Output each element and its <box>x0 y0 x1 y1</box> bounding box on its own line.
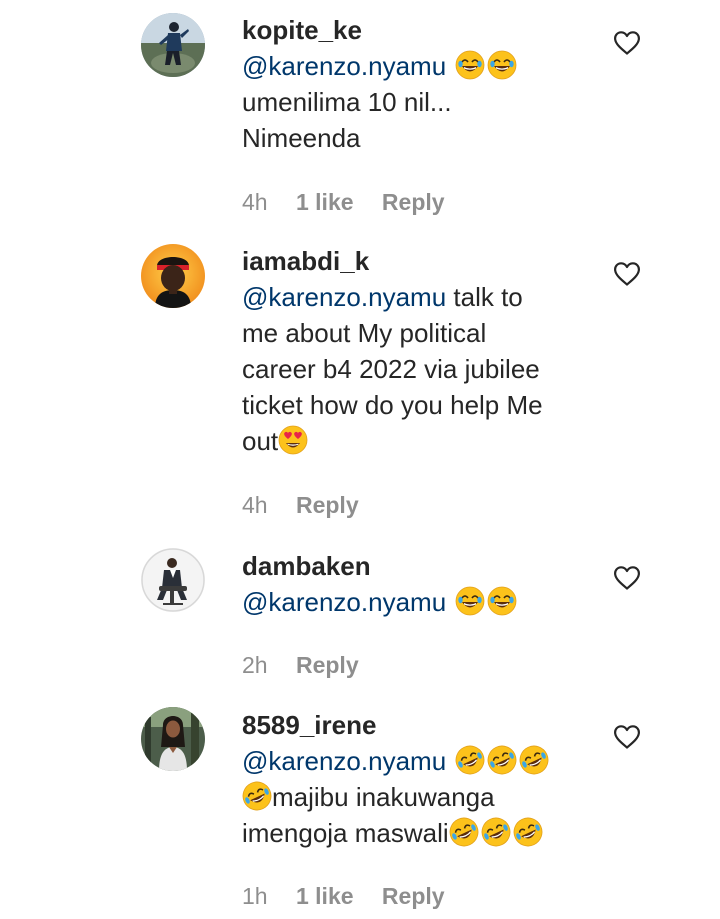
comment-username[interactable]: iamabdi_k <box>242 243 592 279</box>
mention-link[interactable]: @karenzo.nyamu <box>242 282 446 312</box>
heart-eyes-face-icon <box>278 425 308 455</box>
heart-icon[interactable] <box>613 261 641 287</box>
reply-button[interactable]: Reply <box>296 492 359 518</box>
comment-item: 8589_irene @karenzo.nyamu majibu inakuwa… <box>0 707 720 919</box>
avatar[interactable] <box>141 707 205 771</box>
heart-icon[interactable] <box>613 565 641 591</box>
heart-icon[interactable] <box>613 30 641 56</box>
comment-line: out <box>242 426 279 456</box>
rofl-face-icon <box>449 817 479 847</box>
comment-line: imengoja maswali <box>242 818 449 848</box>
comment-line: Nimeenda <box>242 123 361 153</box>
laughing-face-icon <box>487 586 517 616</box>
comment-text: @karenzo.nyamu <box>242 584 592 620</box>
likes-count[interactable]: 1 like <box>296 189 354 215</box>
rofl-face-icon <box>487 745 517 775</box>
rofl-face-icon <box>513 817 543 847</box>
comment-line: talk to <box>446 282 523 312</box>
comment-time: 4h <box>242 492 268 518</box>
rofl-face-icon <box>242 781 272 811</box>
laughing-face-icon <box>455 50 485 80</box>
comment-username[interactable]: dambaken <box>242 548 592 584</box>
comment-meta: 4h Reply <box>242 490 381 520</box>
comment-line: career b4 2022 via jubilee <box>242 354 540 384</box>
comment-time: 4h <box>242 189 268 215</box>
mention-link[interactable]: @karenzo.nyamu <box>242 587 446 617</box>
comment-text: @karenzo.nyamu majibu inakuwanga imengoj… <box>242 743 592 851</box>
comment-line: me about My political <box>242 318 487 348</box>
mention-link[interactable]: @karenzo.nyamu <box>242 51 446 81</box>
comment-text: @karenzo.nyamu talk to me about My polit… <box>242 279 592 459</box>
likes-count[interactable]: 1 like <box>296 883 354 909</box>
avatar[interactable] <box>141 548 205 612</box>
comment-line: umenilima 10 nil... <box>242 87 452 117</box>
reply-button[interactable]: Reply <box>296 652 359 678</box>
rofl-face-icon <box>455 745 485 775</box>
rofl-face-icon <box>481 817 511 847</box>
laughing-face-icon <box>487 50 517 80</box>
reply-button[interactable]: Reply <box>382 883 445 909</box>
avatar[interactable] <box>141 13 205 77</box>
heart-icon[interactable] <box>613 724 641 750</box>
mention-link[interactable]: @karenzo.nyamu <box>242 746 446 776</box>
comment-username[interactable]: kopite_ke <box>242 12 592 48</box>
rofl-face-icon <box>519 745 549 775</box>
comment-text: @karenzo.nyamu umenilima 10 nil... Nimee… <box>242 48 592 156</box>
comment-meta: 2h Reply <box>242 650 381 680</box>
comment-username[interactable]: 8589_irene <box>242 707 592 743</box>
avatar[interactable] <box>141 244 205 308</box>
laughing-face-icon <box>455 586 485 616</box>
comment-line: ticket how do you help Me <box>242 390 543 420</box>
comment-item: iamabdi_k @karenzo.nyamu talk to me abou… <box>0 243 720 533</box>
comment-time: 2h <box>242 652 268 678</box>
comment-meta: 1h 1 like Reply <box>242 881 467 911</box>
comment-item: dambaken @karenzo.nyamu 2h Reply <box>0 548 720 688</box>
comment-item: kopite_ke @karenzo.nyamu umenilima 10 ni… <box>0 0 720 230</box>
reply-button[interactable]: Reply <box>382 189 445 215</box>
comment-line: majibu inakuwanga <box>272 782 495 812</box>
comment-meta: 4h 1 like Reply <box>242 187 467 217</box>
comment-time: 1h <box>242 883 268 909</box>
